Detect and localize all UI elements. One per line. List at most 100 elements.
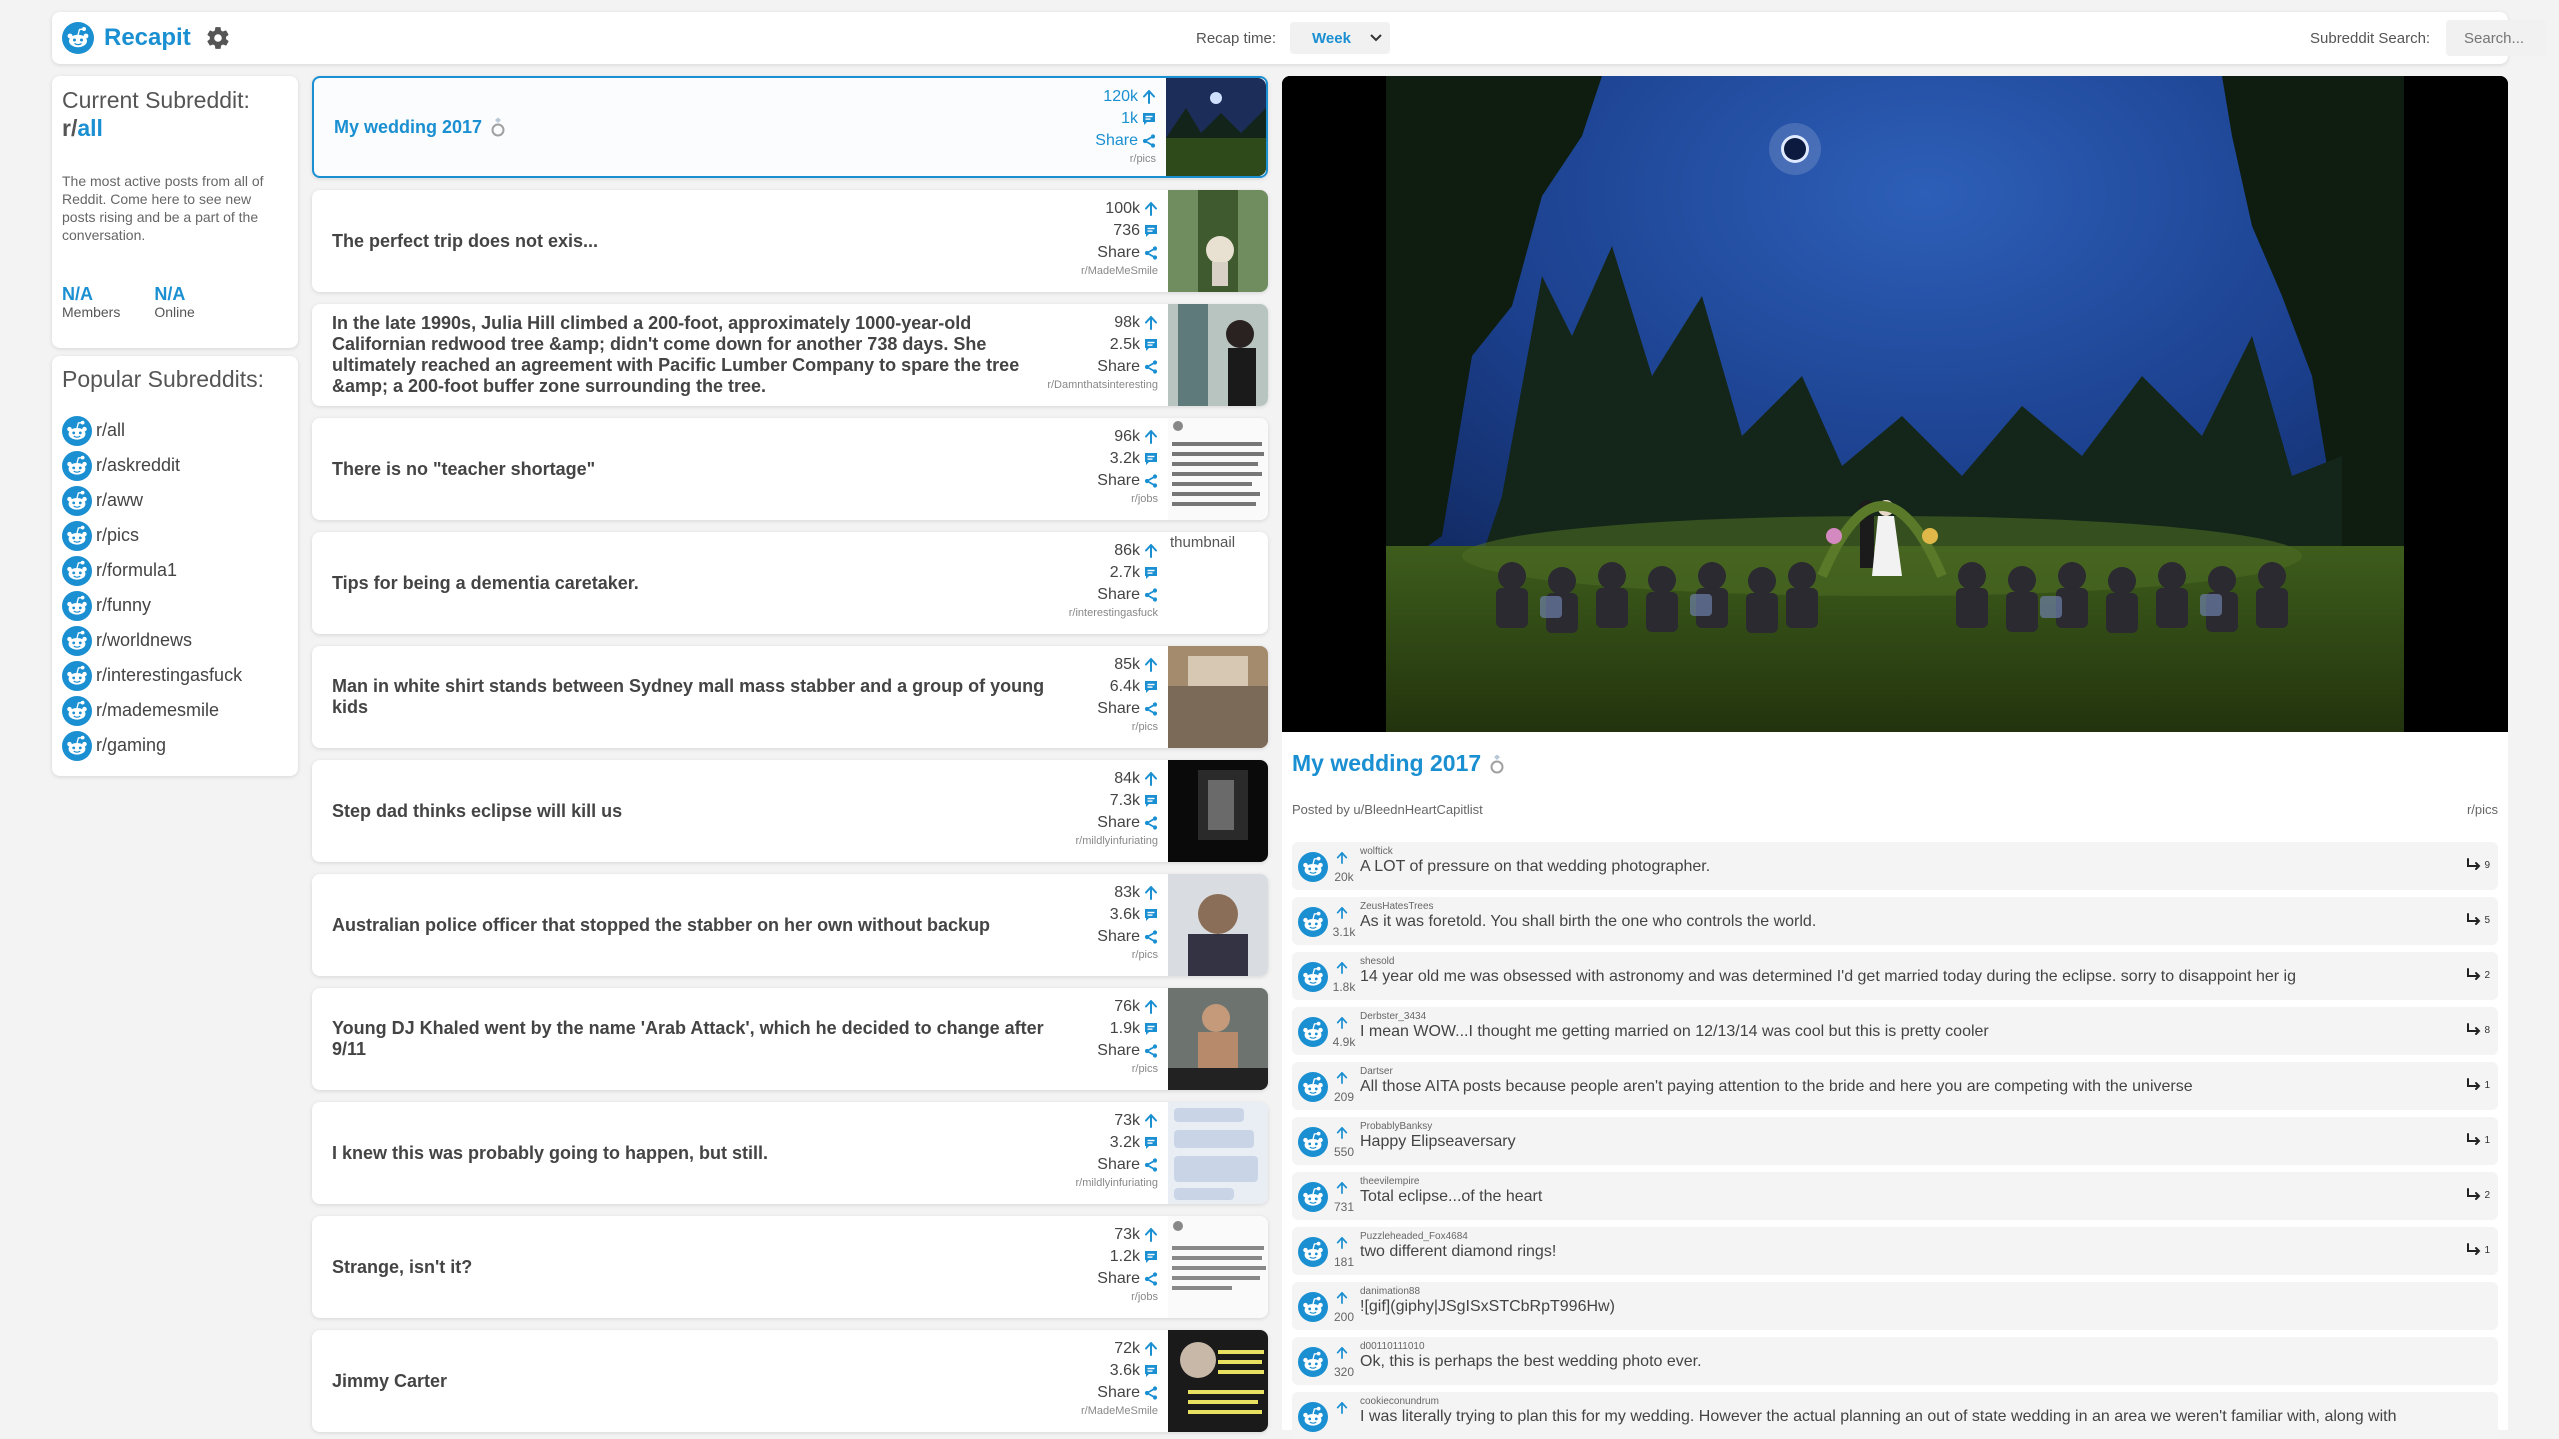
comment-item[interactable]: 20k wolftick A LOT of pressure on that wed… <box>1292 842 2498 890</box>
post-card[interactable]: Man in white shirt stands between Sydney… <box>312 646 1268 748</box>
upvote-count[interactable]: 86k <box>1069 540 1158 562</box>
popular-subreddit-item[interactable]: r/mademesmile <box>62 693 288 728</box>
post-thumbnail[interactable] <box>1168 190 1268 292</box>
comment-count[interactable]: 3.6k <box>1081 1360 1158 1382</box>
comment-author[interactable]: ZeusHatesTrees <box>1360 901 1434 912</box>
share-button[interactable]: Share <box>1069 584 1158 606</box>
post-media-viewer[interactable] <box>1282 76 2508 732</box>
comment-item[interactable]: 1.8k shesold 14 year old me was obsessed w… <box>1292 952 2498 1000</box>
popular-subreddit-item[interactable]: r/aww <box>62 483 288 518</box>
popular-subreddit-item[interactable]: r/formula1 <box>62 553 288 588</box>
replies-button[interactable]: 8 <box>2466 1023 2490 1037</box>
upvote-arrow-icon[interactable] <box>1336 852 1348 864</box>
popular-subreddit-item[interactable]: r/all <box>62 413 288 448</box>
comment-author[interactable]: Puzzleheaded_Fox4684 <box>1360 1231 1468 1242</box>
upvote-count[interactable]: 72k <box>1081 1338 1158 1360</box>
replies-button[interactable]: 1 <box>2466 1133 2490 1147</box>
post-card[interactable]: The perfect trip does not exis... 100k 736… <box>312 190 1268 292</box>
upvote-count[interactable]: 96k <box>1097 426 1158 448</box>
post-thumbnail[interactable] <box>1166 78 1266 176</box>
post-card[interactable]: Australian police officer that stopped t… <box>312 874 1268 976</box>
share-button[interactable]: Share <box>1075 1154 1158 1176</box>
comment-item[interactable]: 731 theevilempire Total eclipse...of the h… <box>1292 1172 2498 1220</box>
recap-time-select[interactable]: Week <box>1290 22 1390 54</box>
upvote-count[interactable]: 73k <box>1075 1110 1158 1132</box>
post-thumbnail[interactable] <box>1168 874 1268 976</box>
post-card[interactable]: In the late 1990s, Julia Hill climbed a … <box>312 304 1268 406</box>
upvote-arrow-icon[interactable] <box>1336 962 1348 974</box>
share-button[interactable]: Share <box>1097 926 1158 948</box>
post-card[interactable]: Step dad thinks eclipse will kill us 84k 7… <box>312 760 1268 862</box>
comment-count[interactable]: 3.2k <box>1097 448 1158 470</box>
post-thumbnail[interactable] <box>1168 646 1268 748</box>
post-thumbnail[interactable] <box>1168 988 1268 1090</box>
share-button[interactable]: Share <box>1097 1268 1158 1290</box>
comment-count[interactable]: 2.7k <box>1069 562 1158 584</box>
comment-item[interactable]: 209 Dartser All those AITA posts because p… <box>1292 1062 2498 1110</box>
share-button[interactable]: Share <box>1097 698 1158 720</box>
comment-item[interactable]: 200 danimation88 ![gif](giphy|JSgISxSTCbRp… <box>1292 1282 2498 1330</box>
post-card[interactable]: There is no "teacher shortage" 96k 3.2k Sha… <box>312 418 1268 520</box>
comment-author[interactable]: wolftick <box>1360 846 1393 857</box>
comment-item[interactable]: 320 d00110111010 Ok, this is perhaps the b… <box>1292 1337 2498 1385</box>
comment-item[interactable]: 181 Puzzleheaded_Fox4684 two different dia… <box>1292 1227 2498 1275</box>
upvote-arrow-icon[interactable] <box>1336 1182 1348 1194</box>
comment-count[interactable]: 6.4k <box>1097 676 1158 698</box>
share-button[interactable]: Share <box>1047 356 1158 378</box>
comment-item[interactable]: 3.1k ZeusHatesTrees As it was foretold. Yo… <box>1292 897 2498 945</box>
comment-item[interactable]: 550 ProbablyBanksy Happy Elipseaversary 1 <box>1292 1117 2498 1165</box>
replies-button[interactable]: 1 <box>2466 1243 2490 1257</box>
post-thumbnail[interactable] <box>1168 418 1268 520</box>
replies-button[interactable]: 9 <box>2466 858 2490 872</box>
post-card[interactable]: My wedding 2017 120k 1k Share r/pics <box>312 76 1268 178</box>
comment-count[interactable]: 7.3k <box>1075 790 1158 812</box>
upvote-arrow-icon[interactable] <box>1336 1347 1348 1359</box>
comment-item[interactable]: cookieconundrum I was literally trying to… <box>1292 1392 2498 1439</box>
upvote-count[interactable]: 100k <box>1081 198 1158 220</box>
comment-count[interactable]: 1.2k <box>1097 1246 1158 1268</box>
post-thumbnail[interactable] <box>1168 1102 1268 1204</box>
post-card[interactable]: Jimmy Carter 72k 3.6k Share r/MadeMeSmile <box>312 1330 1268 1432</box>
popular-subreddit-item[interactable]: r/worldnews <box>62 623 288 658</box>
comment-author[interactable]: cookieconundrum <box>1360 1396 1439 1407</box>
popular-subreddit-item[interactable]: r/interestingasfuck <box>62 658 288 693</box>
upvote-count[interactable]: 98k <box>1047 312 1158 334</box>
comment-author[interactable]: d00110111010 <box>1360 1341 1425 1352</box>
post-card[interactable]: Strange, isn't it? 73k 1.2k Share r/jobs <box>312 1216 1268 1318</box>
upvote-count[interactable]: 73k <box>1097 1224 1158 1246</box>
comment-author[interactable]: Derbster_3434 <box>1360 1011 1426 1022</box>
replies-button[interactable]: 5 <box>2466 913 2490 927</box>
popular-subreddit-item[interactable]: r/gaming <box>62 728 288 763</box>
upvote-arrow-icon[interactable] <box>1336 1402 1348 1414</box>
post-card[interactable]: Young DJ Khaled went by the name 'Arab A… <box>312 988 1268 1090</box>
replies-button[interactable]: 2 <box>2466 968 2490 982</box>
replies-button[interactable]: 1 <box>2466 1078 2490 1092</box>
popular-subreddit-item[interactable]: r/pics <box>62 518 288 553</box>
post-thumbnail[interactable]: thumbnail <box>1168 532 1268 634</box>
share-button[interactable]: Share <box>1095 130 1156 152</box>
upvote-count[interactable]: 120k <box>1095 86 1156 108</box>
upvote-arrow-icon[interactable] <box>1336 1127 1348 1139</box>
comment-count[interactable]: 2.5k <box>1047 334 1158 356</box>
comment-count[interactable]: 3.2k <box>1075 1132 1158 1154</box>
share-button[interactable]: Share <box>1097 1040 1158 1062</box>
comment-author[interactable]: danimation88 <box>1360 1286 1420 1297</box>
popular-subreddit-item[interactable]: r/askreddit <box>62 448 288 483</box>
subreddit-search-input[interactable] <box>2446 20 2546 56</box>
share-button[interactable]: Share <box>1081 242 1158 264</box>
post-card[interactable]: Tips for being a dementia caretaker. 86k 2… <box>312 532 1268 634</box>
replies-button[interactable]: 2 <box>2466 1188 2490 1202</box>
popular-subreddit-item[interactable]: r/funny <box>62 588 288 623</box>
upvote-arrow-icon[interactable] <box>1336 1017 1348 1029</box>
share-button[interactable]: Share <box>1097 470 1158 492</box>
upvote-count[interactable]: 76k <box>1097 996 1158 1018</box>
comment-author[interactable]: theevilempire <box>1360 1176 1419 1187</box>
share-button[interactable]: Share <box>1081 1382 1158 1404</box>
gear-icon[interactable] <box>205 25 231 51</box>
comment-count[interactable]: 1.9k <box>1097 1018 1158 1040</box>
upvote-arrow-icon[interactable] <box>1336 907 1348 919</box>
comment-author[interactable]: shesold <box>1360 956 1394 967</box>
share-button[interactable]: Share <box>1075 812 1158 834</box>
post-thumbnail[interactable] <box>1168 1330 1268 1432</box>
post-thumbnail[interactable] <box>1168 1216 1268 1318</box>
